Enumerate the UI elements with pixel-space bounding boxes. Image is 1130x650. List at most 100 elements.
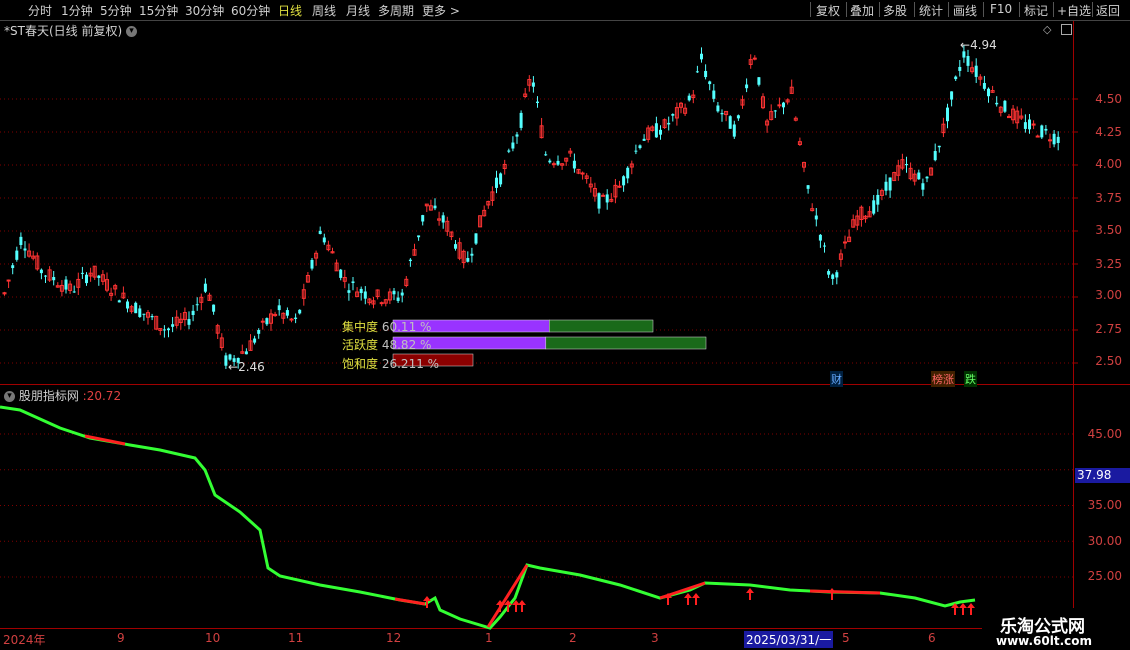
candle xyxy=(867,206,872,218)
candle xyxy=(642,134,646,141)
candle-body xyxy=(203,283,207,292)
price-tick: 3.75 xyxy=(1095,191,1122,205)
candle-body xyxy=(11,265,15,269)
candle xyxy=(597,192,601,214)
up-arrow-icon xyxy=(684,593,692,605)
candle xyxy=(548,158,552,164)
candle xyxy=(342,269,347,289)
candle-body xyxy=(548,160,552,163)
candle-body xyxy=(359,288,363,294)
candle-body xyxy=(195,304,199,306)
candle xyxy=(823,242,826,253)
candle xyxy=(97,274,101,286)
indicator-title: ▾ 股朋指标网 :20.72 xyxy=(4,387,121,404)
candle xyxy=(64,276,68,294)
date-label: 5 xyxy=(842,631,850,645)
candle xyxy=(683,103,688,116)
candle xyxy=(1028,113,1031,134)
candle xyxy=(305,272,310,283)
candle-body xyxy=(872,200,876,214)
candle xyxy=(1023,114,1027,133)
candle xyxy=(835,270,839,285)
candle xyxy=(802,161,806,173)
candle xyxy=(720,109,724,122)
candle xyxy=(482,205,487,217)
candle-body xyxy=(64,279,68,290)
candle xyxy=(511,136,515,152)
price-tick: 3.00 xyxy=(1095,288,1122,302)
candle-body xyxy=(823,245,826,247)
candle-body xyxy=(642,138,646,141)
candle xyxy=(588,176,593,193)
candle xyxy=(142,313,146,321)
candle-body xyxy=(322,237,326,243)
candle xyxy=(334,259,339,272)
candle xyxy=(367,298,372,306)
candle xyxy=(80,266,84,279)
candle xyxy=(671,113,675,122)
indicator-tick: 45.00 xyxy=(1087,427,1122,441)
candle-body xyxy=(1035,135,1040,138)
finance-flag[interactable]: 财 xyxy=(830,371,843,387)
drop-flag[interactable]: 跌 xyxy=(964,371,977,387)
candle xyxy=(793,116,798,122)
candle xyxy=(974,58,978,83)
candle xyxy=(917,169,921,180)
candle xyxy=(461,249,466,269)
candle xyxy=(687,93,691,102)
candle xyxy=(154,315,159,330)
date-label: 11 xyxy=(288,631,304,645)
limit-up-flag[interactable]: 榜涨 xyxy=(931,371,955,387)
candle xyxy=(100,270,105,286)
candle-body xyxy=(814,215,818,220)
saturation-label-text: 饱和度 xyxy=(342,357,379,371)
candle-body xyxy=(572,160,576,169)
candle xyxy=(44,274,47,283)
candle xyxy=(351,276,355,291)
candle xyxy=(987,87,990,103)
date-label: 3 xyxy=(651,631,659,645)
candle xyxy=(55,282,60,288)
candle xyxy=(966,49,970,73)
crosshair-date: 2025/03/31/一 xyxy=(744,631,834,648)
chevron-down-icon[interactable]: ▾ xyxy=(125,26,137,37)
candle xyxy=(195,297,199,311)
candle xyxy=(691,90,696,104)
candle xyxy=(941,117,946,138)
candle xyxy=(527,75,532,92)
candle xyxy=(23,241,27,259)
kline-chart[interactable] xyxy=(0,0,1130,650)
candle xyxy=(502,159,507,175)
candle xyxy=(536,96,539,108)
candle-body xyxy=(454,244,457,249)
candle-body xyxy=(946,107,949,122)
candle xyxy=(523,88,528,99)
window-toggle-icon[interactable] xyxy=(1061,24,1072,35)
candle-body xyxy=(138,308,142,317)
candle xyxy=(1044,124,1048,135)
date-label: 6 xyxy=(928,631,936,645)
candle xyxy=(486,200,491,209)
candle-body xyxy=(470,253,474,256)
price-tick: 2.50 xyxy=(1095,354,1122,368)
candle xyxy=(52,271,56,286)
candle xyxy=(457,237,462,261)
candle-body xyxy=(265,318,269,325)
candle-body xyxy=(605,194,609,203)
candle xyxy=(298,309,302,315)
candle-body xyxy=(441,215,445,223)
candle xyxy=(400,288,404,303)
candle xyxy=(150,313,154,321)
date-label: 10 xyxy=(205,631,221,645)
candle xyxy=(634,144,638,155)
candle xyxy=(708,80,712,91)
candle-body xyxy=(958,66,962,71)
diamond-icon[interactable]: ◇ xyxy=(1043,23,1051,36)
candle xyxy=(700,47,703,63)
candle xyxy=(507,148,511,154)
candle-body xyxy=(466,258,470,262)
candle-body xyxy=(228,354,232,360)
candle xyxy=(695,65,699,73)
candle xyxy=(568,148,573,157)
chevron-down-icon[interactable]: ▾ xyxy=(4,391,15,402)
